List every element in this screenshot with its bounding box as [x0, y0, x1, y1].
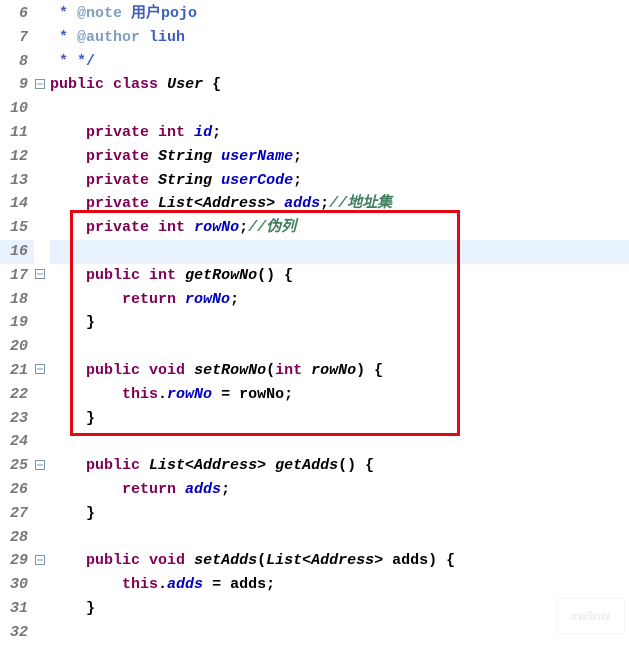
watermark: xw3nw	[556, 598, 625, 634]
code-line[interactable]: }	[50, 311, 629, 335]
line-number: 31	[0, 597, 34, 621]
line-number: 6	[0, 2, 34, 26]
code-line[interactable]	[50, 526, 629, 550]
line-number: 26	[0, 478, 34, 502]
line-number: 15	[0, 216, 34, 240]
code-area[interactable]: * @note 用户pojo * @author liuh * */public…	[50, 0, 629, 646]
fold-toggle-icon[interactable]	[35, 549, 45, 573]
code-line[interactable]: this.rowNo = rowNo;	[50, 383, 629, 407]
line-number: 18	[0, 288, 34, 312]
code-line[interactable]: * @author liuh	[50, 26, 629, 50]
line-number: 17	[0, 264, 34, 288]
fold-toggle-icon[interactable]	[35, 359, 45, 383]
line-number: 19	[0, 311, 34, 335]
line-number: 12	[0, 145, 34, 169]
fold-marker-column	[34, 0, 50, 646]
code-line[interactable]: public class User {	[50, 73, 629, 97]
line-number: 27	[0, 502, 34, 526]
code-line[interactable]	[50, 335, 629, 359]
line-number: 22	[0, 383, 34, 407]
line-number: 11	[0, 121, 34, 145]
code-line[interactable]: private int id;	[50, 121, 629, 145]
line-number: 25	[0, 454, 34, 478]
line-number: 21	[0, 359, 34, 383]
line-number: 9	[0, 73, 34, 97]
line-number: 23	[0, 407, 34, 431]
code-line[interactable]: }	[50, 502, 629, 526]
line-number: 30	[0, 573, 34, 597]
fold-toggle-icon[interactable]	[35, 73, 45, 97]
code-line[interactable]: public void setRowNo(int rowNo) {	[50, 359, 629, 383]
code-line[interactable]: }	[50, 597, 629, 621]
code-line[interactable]: this.adds = adds;	[50, 573, 629, 597]
line-number: 24	[0, 430, 34, 454]
code-line[interactable]	[50, 430, 629, 454]
code-line[interactable]: private String userCode;	[50, 169, 629, 193]
fold-toggle-icon[interactable]	[35, 454, 45, 478]
line-number: 16	[0, 240, 34, 264]
line-number: 20	[0, 335, 34, 359]
code-line[interactable]: private int rowNo;//伪列	[50, 216, 629, 240]
code-line[interactable]: public void setAdds(List<Address> adds) …	[50, 549, 629, 573]
code-line[interactable]: * @note 用户pojo	[50, 2, 629, 26]
code-line[interactable]: private String userName;	[50, 145, 629, 169]
line-number-gutter: 6789101112131415161718192021222324252627…	[0, 0, 34, 646]
code-line[interactable]: }	[50, 407, 629, 431]
line-number: 7	[0, 26, 34, 50]
code-editor[interactable]: 6789101112131415161718192021222324252627…	[0, 0, 629, 646]
line-number: 14	[0, 192, 34, 216]
code-line[interactable]: return adds;	[50, 478, 629, 502]
line-number: 8	[0, 50, 34, 74]
line-number: 29	[0, 549, 34, 573]
line-number: 28	[0, 526, 34, 550]
line-number: 13	[0, 169, 34, 193]
code-line[interactable]	[50, 621, 629, 645]
code-line[interactable]: public int getRowNo() {	[50, 264, 629, 288]
code-line[interactable]: private List<Address> adds;//地址集	[50, 192, 629, 216]
fold-toggle-icon[interactable]	[35, 264, 45, 288]
line-number: 32	[0, 621, 34, 645]
code-line[interactable]: public List<Address> getAdds() {	[50, 454, 629, 478]
code-line[interactable]	[50, 97, 629, 121]
code-line[interactable]: return rowNo;	[50, 288, 629, 312]
code-line[interactable]	[50, 240, 629, 264]
code-line[interactable]: * */	[50, 50, 629, 74]
line-number: 10	[0, 97, 34, 121]
